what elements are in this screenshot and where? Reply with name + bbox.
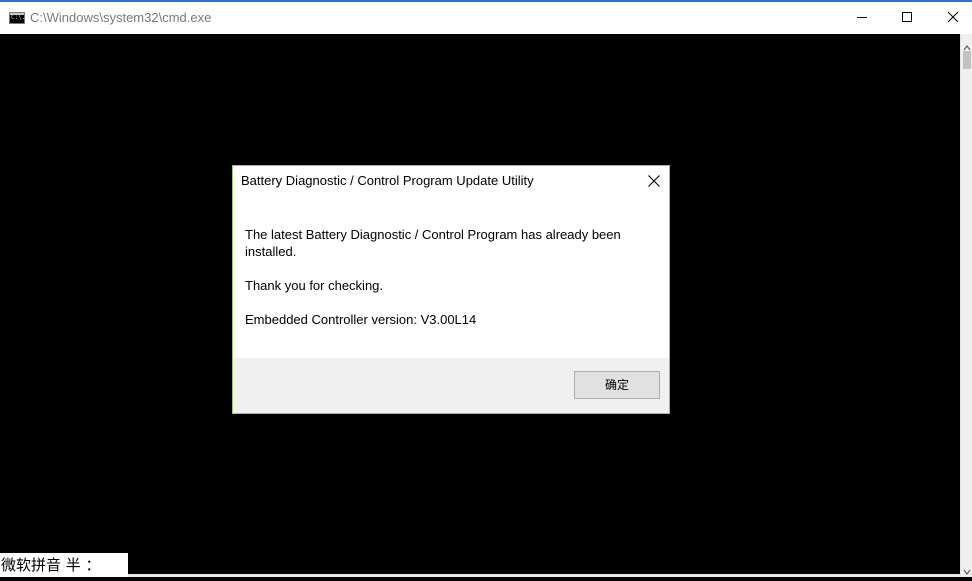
dialog-title: Battery Diagnostic / Control Program Upd… xyxy=(241,173,534,188)
minimize-icon xyxy=(857,17,867,18)
close-icon xyxy=(648,175,660,187)
cmd-icon[interactable]: C:\. xyxy=(9,12,25,24)
update-utility-dialog: Battery Diagnostic / Control Program Upd… xyxy=(232,165,670,414)
message-ec-version: Embedded Controller version: V3.00L14 xyxy=(245,312,477,327)
minimize-button[interactable] xyxy=(839,2,885,32)
title-bar[interactable]: C:\. C:\Windows\system32\cmd.exe xyxy=(0,2,972,34)
dialog-close-button[interactable] xyxy=(641,170,667,192)
close-button[interactable] xyxy=(930,2,972,32)
message-installed: The latest Battery Diagnostic / Control … xyxy=(245,227,621,259)
scroll-thumb[interactable] xyxy=(963,51,971,69)
close-icon xyxy=(947,11,959,23)
window-title: C:\Windows\system32\cmd.exe xyxy=(30,10,212,25)
maximize-button[interactable] xyxy=(884,2,930,32)
ime-status-bar[interactable]: 微软拼音 半 ： xyxy=(0,553,128,577)
ok-button[interactable]: 确定 xyxy=(574,371,660,399)
vertical-scrollbar[interactable] xyxy=(960,34,972,577)
message-thanks: Thank you for checking. xyxy=(245,278,384,293)
dialog-footer: 确定 xyxy=(233,358,669,413)
scroll-down-button[interactable] xyxy=(962,562,972,575)
dialog-message: The latest Battery Diagnostic / Control … xyxy=(245,226,645,345)
cmd-window: C:\. C:\Windows\system32\cmd.exe 微软拼音 半 … xyxy=(0,0,972,577)
maximize-icon xyxy=(902,12,912,22)
scroll-up-button[interactable] xyxy=(962,38,972,51)
chevron-down-icon xyxy=(963,569,971,575)
